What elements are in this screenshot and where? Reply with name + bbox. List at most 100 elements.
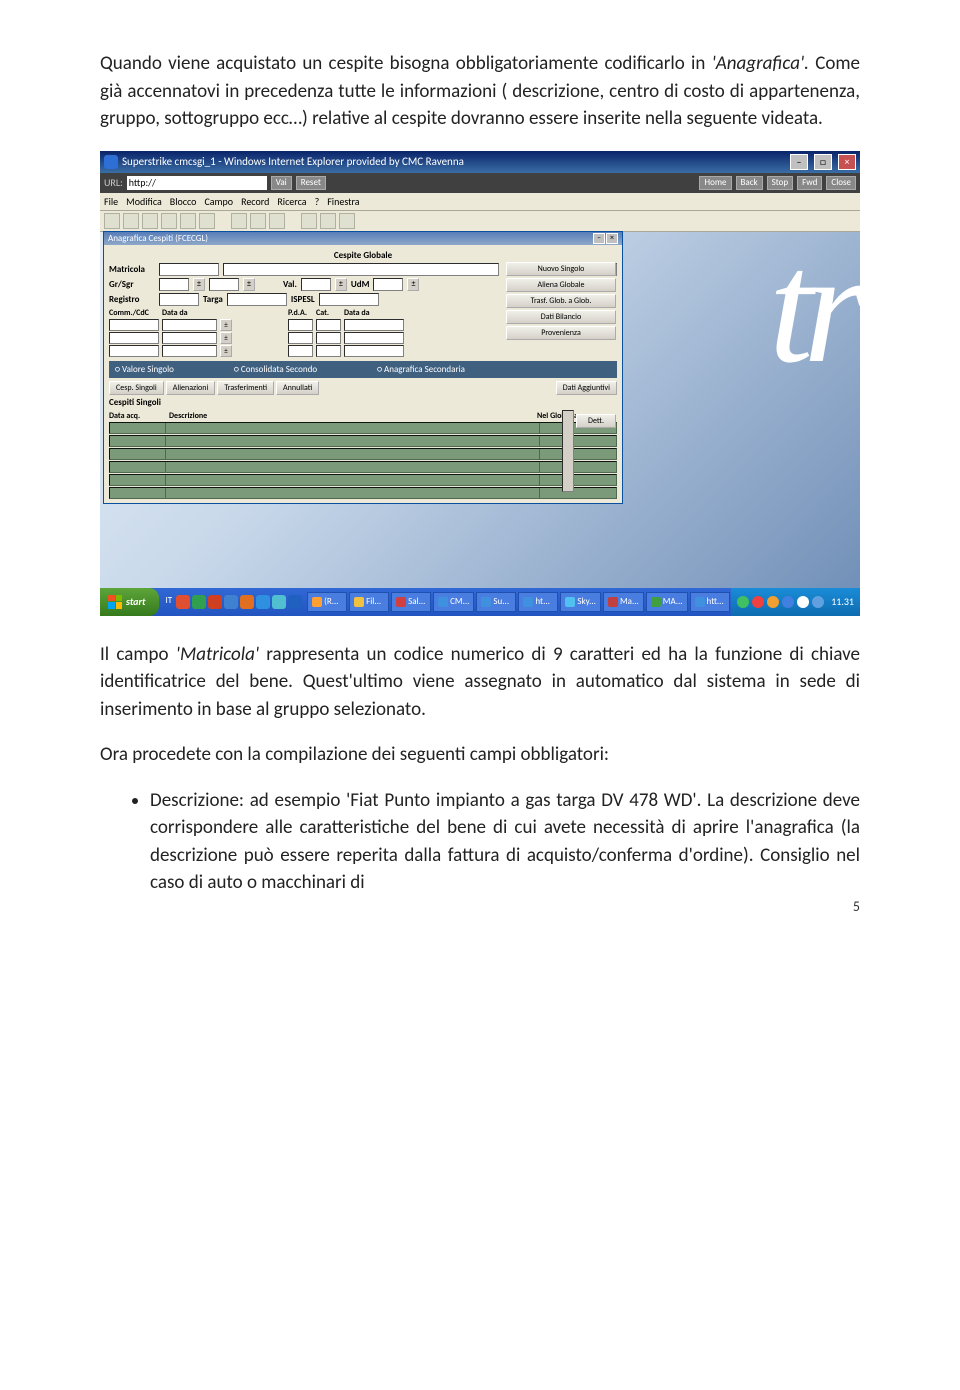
lang-indicator[interactable]: IT: [163, 595, 174, 609]
go-button[interactable]: Vai: [271, 176, 292, 190]
dropdown-val[interactable]: ±: [335, 278, 347, 291]
grid-dropdown[interactable]: ±: [220, 345, 232, 357]
close-button[interactable]: ×: [838, 154, 856, 170]
grid-cell[interactable]: [344, 332, 404, 344]
grid-dropdown[interactable]: ±: [220, 319, 232, 331]
nav-fwd[interactable]: Fwd: [797, 176, 822, 190]
btn-dett[interactable]: Dett.: [576, 414, 616, 428]
tab-annullati[interactable]: Annullati: [276, 381, 319, 395]
toolbar-icon[interactable]: [199, 213, 215, 229]
tray-icon[interactable]: [737, 596, 749, 608]
quick-launch-icon[interactable]: [272, 595, 286, 609]
quick-launch-icon[interactable]: [208, 595, 222, 609]
dropdown-gr[interactable]: ±: [193, 278, 205, 291]
btn-aliena-globale[interactable]: Aliena Globale: [506, 278, 616, 292]
input-sgr[interactable]: [209, 278, 239, 291]
menu-finestra[interactable]: Finestra: [327, 195, 359, 208]
btn-provenienza[interactable]: Provenienza: [506, 326, 616, 340]
menu-campo[interactable]: Campo: [204, 195, 233, 208]
input-gr[interactable]: [159, 278, 189, 291]
input-udm[interactable]: [373, 278, 403, 291]
btn-trasf-glob[interactable]: Trasf. Glob. a Glob.: [506, 294, 616, 308]
tray-icon[interactable]: [797, 596, 809, 608]
table-row[interactable]: [109, 474, 617, 486]
menu-blocco[interactable]: Blocco: [170, 195, 197, 208]
tray-icon[interactable]: [782, 596, 794, 608]
grid-cell[interactable]: [288, 345, 313, 357]
grid-cell[interactable]: [316, 332, 341, 344]
taskbar-item[interactable]: Sky...: [560, 592, 601, 612]
input-matricola-desc[interactable]: [223, 263, 499, 276]
grid-cell[interactable]: [288, 319, 313, 331]
grid-cell[interactable]: [344, 319, 404, 331]
quick-launch-icon[interactable]: [192, 595, 206, 609]
toolbar-icon[interactable]: [231, 213, 247, 229]
menu-help[interactable]: ?: [315, 195, 320, 208]
grid-cell[interactable]: [288, 332, 313, 344]
quick-launch-icon[interactable]: [240, 595, 254, 609]
tab-dati-aggiuntivi[interactable]: Dati Aggiuntivi: [556, 381, 617, 395]
toolbar-icon[interactable]: [250, 213, 266, 229]
clock[interactable]: 11.31: [831, 595, 854, 608]
table-row[interactable]: [109, 487, 617, 499]
btn-dati-bilancio[interactable]: Dati Bilancio: [506, 310, 616, 324]
toolbar-icon[interactable]: [161, 213, 177, 229]
taskbar-item[interactable]: (R...: [307, 592, 347, 612]
taskbar-item[interactable]: htt...: [690, 592, 730, 612]
quick-launch-icon[interactable]: [288, 595, 302, 609]
nav-back[interactable]: Back: [736, 176, 763, 190]
url-input[interactable]: http://: [127, 176, 267, 190]
toolbar-icon[interactable]: [269, 213, 285, 229]
taskbar-item[interactable]: Su...: [476, 592, 516, 612]
menu-modifica[interactable]: Modifica: [126, 195, 162, 208]
grid-cell[interactable]: [109, 319, 159, 331]
reset-button[interactable]: Reset: [296, 176, 326, 190]
nav-close[interactable]: Close: [826, 176, 856, 190]
tray-icon[interactable]: [752, 596, 764, 608]
grid-dropdown[interactable]: ±: [220, 332, 232, 344]
input-registro[interactable]: [159, 293, 199, 306]
subwindow-title[interactable]: Anagrafica Cespiti (FCECGL) – ×: [104, 232, 622, 245]
radio-group[interactable]: Valore Singolo Consolidata Secondo Anagr…: [109, 361, 617, 378]
grid-cell[interactable]: [109, 332, 159, 344]
toolbar-icon[interactable]: [320, 213, 336, 229]
taskbar-item[interactable]: ht...: [518, 592, 558, 612]
toolbar-icon[interactable]: [123, 213, 139, 229]
tab-trasferimenti[interactable]: Trasferimenti: [217, 381, 274, 395]
tray-icon[interactable]: [812, 596, 824, 608]
radio-valore-singolo[interactable]: Valore Singolo: [115, 364, 174, 375]
toolbar-icon[interactable]: [142, 213, 158, 229]
toolbar-icon[interactable]: [339, 213, 355, 229]
taskbar-item[interactable]: Ma...: [603, 592, 644, 612]
grid-cell[interactable]: [316, 319, 341, 331]
btn-nuovo-singolo[interactable]: Nuovo Singolo: [506, 262, 616, 276]
table-row[interactable]: [109, 422, 617, 434]
table-row[interactable]: [109, 461, 617, 473]
input-targa[interactable]: [227, 293, 287, 306]
toolbar-icon[interactable]: [180, 213, 196, 229]
quick-launch-icon[interactable]: [256, 595, 270, 609]
input-ispesl[interactable]: [319, 293, 379, 306]
scrollbar[interactable]: [562, 410, 574, 492]
radio-anagrafica-sec[interactable]: Anagrafica Secondaria: [377, 364, 465, 375]
taskbar-item[interactable]: MA...: [646, 592, 688, 612]
grid-cell[interactable]: [162, 345, 217, 357]
subwin-close[interactable]: ×: [606, 233, 618, 244]
table-row[interactable]: [109, 435, 617, 447]
dropdown-udm[interactable]: ±: [407, 278, 419, 291]
start-button[interactable]: start: [100, 588, 159, 616]
quick-launch-icon[interactable]: [176, 595, 190, 609]
taskbar-item[interactable]: Sal...: [391, 592, 431, 612]
toolbar-icon[interactable]: [301, 213, 317, 229]
subwin-minimize[interactable]: –: [593, 233, 605, 244]
tab-alienazioni[interactable]: Alienazioni: [166, 381, 216, 395]
nav-stop[interactable]: Stop: [767, 176, 794, 190]
grid-cell[interactable]: [109, 345, 159, 357]
grid-cell[interactable]: [316, 345, 341, 357]
grid-cell[interactable]: [162, 332, 217, 344]
tray-icon[interactable]: [767, 596, 779, 608]
quick-launch-icon[interactable]: [224, 595, 238, 609]
table-row[interactable]: [109, 448, 617, 460]
menu-record[interactable]: Record: [241, 195, 269, 208]
grid-cell[interactable]: [162, 319, 217, 331]
